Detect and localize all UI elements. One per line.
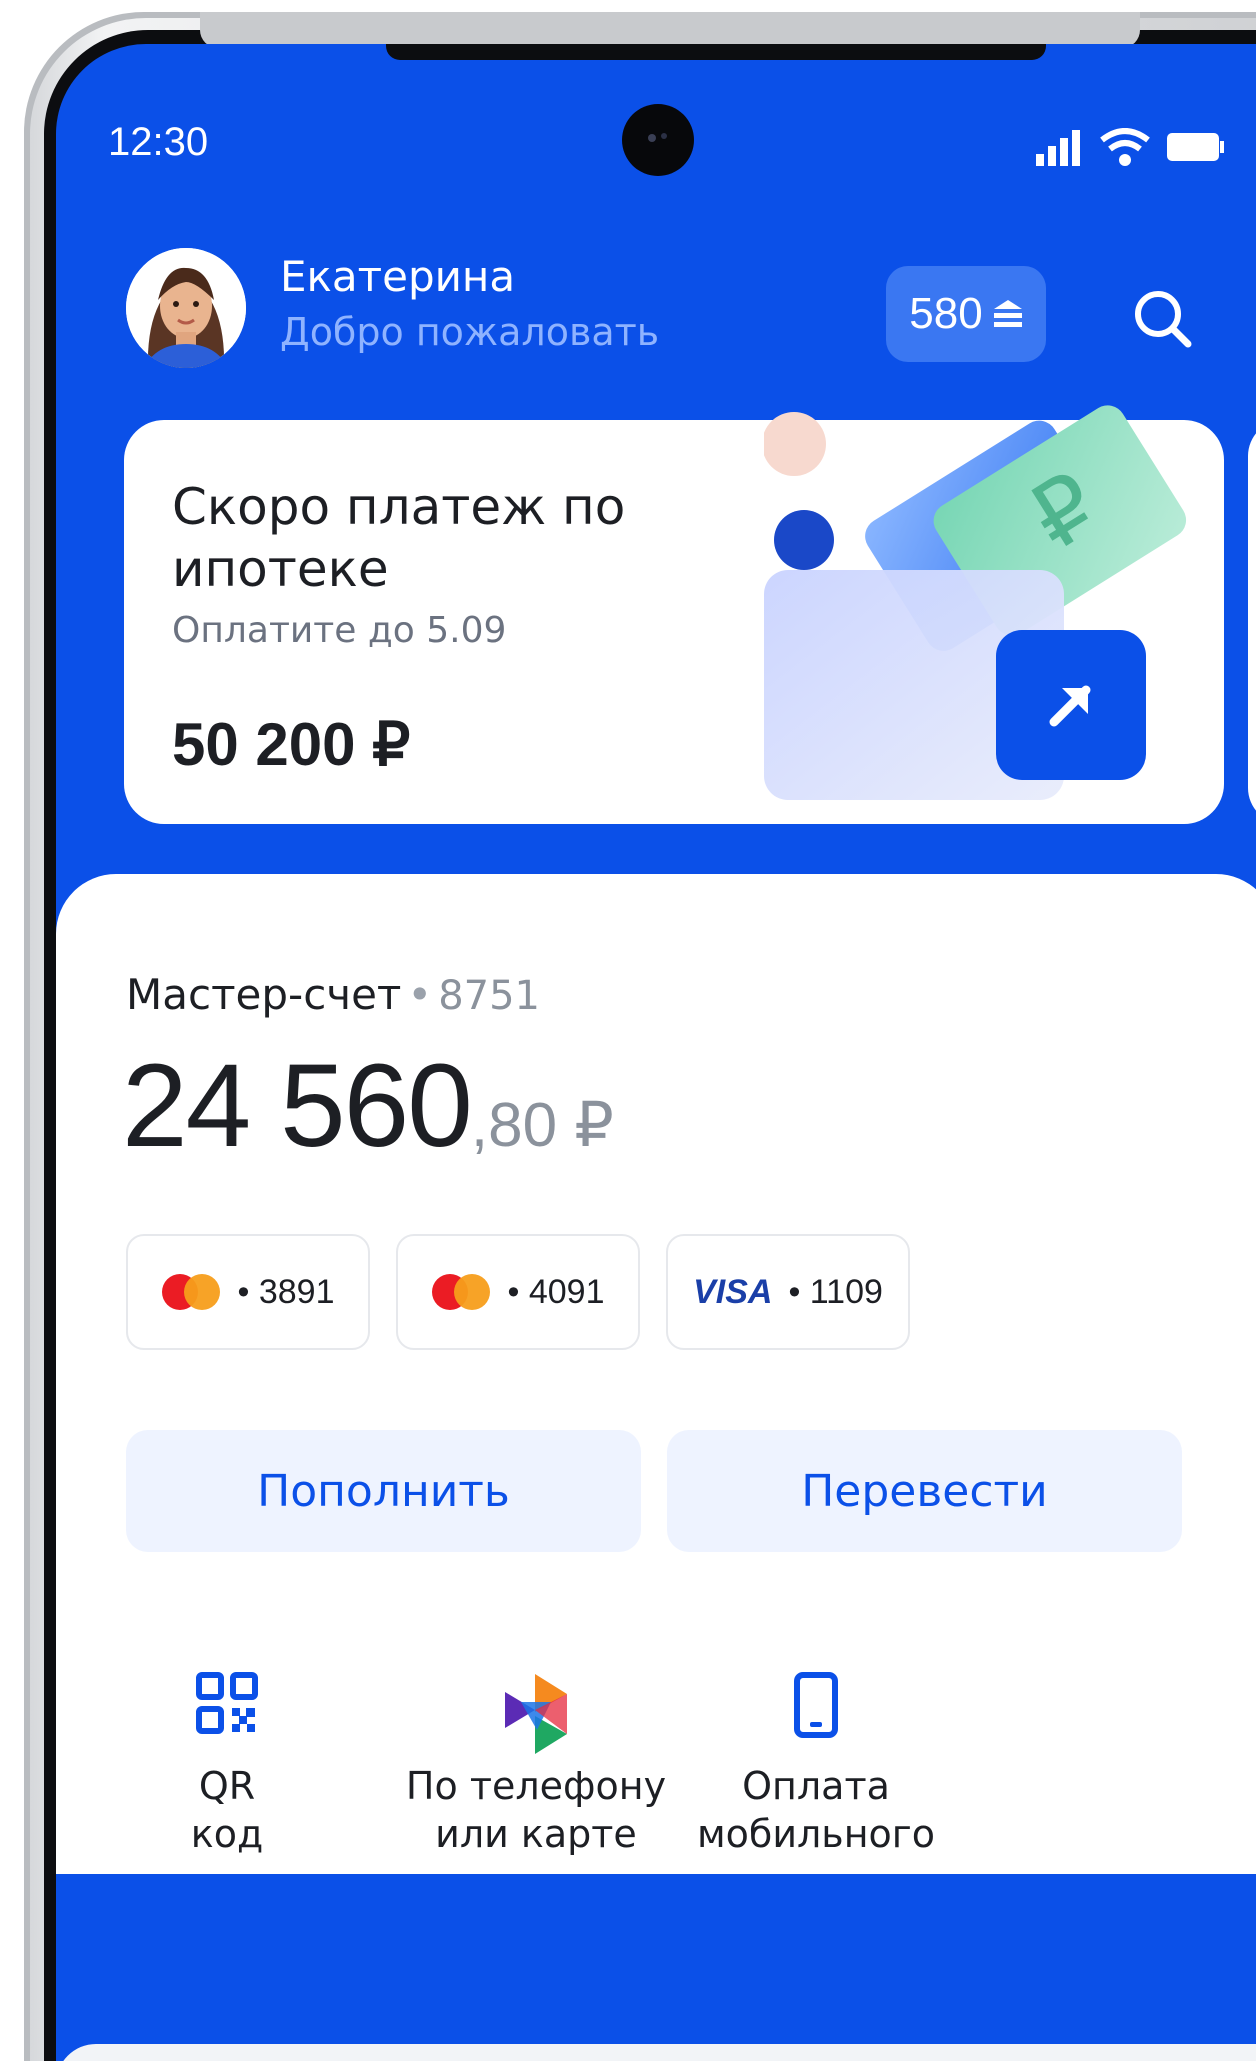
quick-action-qr[interactable]: QR код	[152, 1672, 302, 1858]
quick-actions: QR код По телефону или карте Оплата моби…	[56, 1672, 1256, 1892]
quick-action-phone-transfer[interactable]: По телефону или карте	[386, 1672, 686, 1858]
wifi-icon	[1100, 128, 1150, 166]
account-title[interactable]: Мастер-счет • 8751	[126, 970, 540, 1019]
visa-logo: VISA	[693, 1272, 773, 1311]
mastercard-icon	[161, 1274, 222, 1310]
status-time: 12:30	[108, 120, 209, 164]
search-button[interactable]	[1128, 284, 1198, 354]
quick-action-mobile-payment[interactable]: Оплата мобильного	[696, 1672, 936, 1858]
card-last4: • 1109	[788, 1272, 883, 1311]
account-separator: •	[407, 970, 433, 1019]
account-sheet: Мастер-счет • 8751 24 560,80 ₽ • 3891 • 40…	[56, 874, 1256, 1874]
quick-action-label: код	[190, 1812, 264, 1856]
user-name: Екатерина	[280, 252, 516, 301]
mobile-phone-icon	[794, 1672, 838, 1738]
phone-top-edge	[200, 12, 1140, 48]
account-number: 8751	[438, 973, 540, 1019]
card-chip-3891[interactable]: • 3891	[126, 1234, 370, 1350]
coins-icon	[993, 300, 1022, 327]
mortgage-promo-card[interactable]: Скоро платеж по ипотеке Оплатите до 5.09…	[124, 405, 1224, 824]
next-promo-card-peek[interactable]	[1248, 420, 1256, 824]
front-camera	[622, 104, 694, 176]
bottom-panel-peek	[56, 2044, 1256, 2061]
quick-action-label: По телефону	[405, 1764, 667, 1808]
greeting: Добро пожаловать	[280, 310, 660, 354]
promo-amount: 50 200 ₽	[172, 711, 411, 778]
fast-payment-icon	[505, 1674, 567, 1754]
mastercard-icon	[431, 1274, 492, 1310]
wallet-illustration: ₽	[764, 405, 1187, 800]
battery-icon	[1167, 133, 1224, 161]
promo-title: Скоро платеж по ипотеке	[172, 478, 626, 598]
balance-fraction: ,80 ₽	[470, 1091, 614, 1160]
account-actions: Пополнить Перевести	[126, 1430, 1182, 1552]
balance-main: 24 560	[122, 1040, 473, 1172]
account-balance: 24 560,80 ₽	[122, 1038, 614, 1174]
promo-subtitle: Оплатите до 5.09	[172, 610, 507, 651]
card-chip-4091[interactable]: • 4091	[396, 1234, 640, 1350]
user-photo	[126, 248, 246, 368]
card-chip-1109[interactable]: VISA • 1109	[666, 1234, 910, 1350]
promo-open-button[interactable]	[996, 630, 1146, 780]
points-value: 580	[909, 289, 983, 338]
qr-code-icon	[196, 1672, 258, 1734]
card-list: • 3891 • 4091 VISA • 1109	[126, 1234, 910, 1350]
quick-action-label: Оплата	[742, 1764, 890, 1808]
topup-button[interactable]: Пополнить	[126, 1430, 641, 1552]
avatar[interactable]	[126, 248, 246, 368]
quick-action-label: мобильного	[696, 1812, 936, 1856]
arrow-up-right-icon	[1049, 685, 1091, 727]
signal-icon	[1036, 130, 1080, 166]
account-name: Мастер-счет	[126, 970, 402, 1019]
status-icons	[1036, 128, 1256, 168]
quick-action-label: QR	[198, 1764, 256, 1808]
quick-action-label: или карте	[435, 1812, 637, 1856]
search-icon	[1135, 291, 1192, 348]
app-screen: 12:30 Екатерина Добро пожаловать 580 Ско…	[56, 44, 1256, 2061]
transfer-button[interactable]: Перевести	[667, 1430, 1182, 1552]
card-last4: • 3891	[237, 1272, 335, 1311]
points-badge[interactable]: 580	[886, 266, 1046, 362]
top-notch-bar	[386, 44, 1046, 60]
card-last4: • 4091	[507, 1272, 605, 1311]
